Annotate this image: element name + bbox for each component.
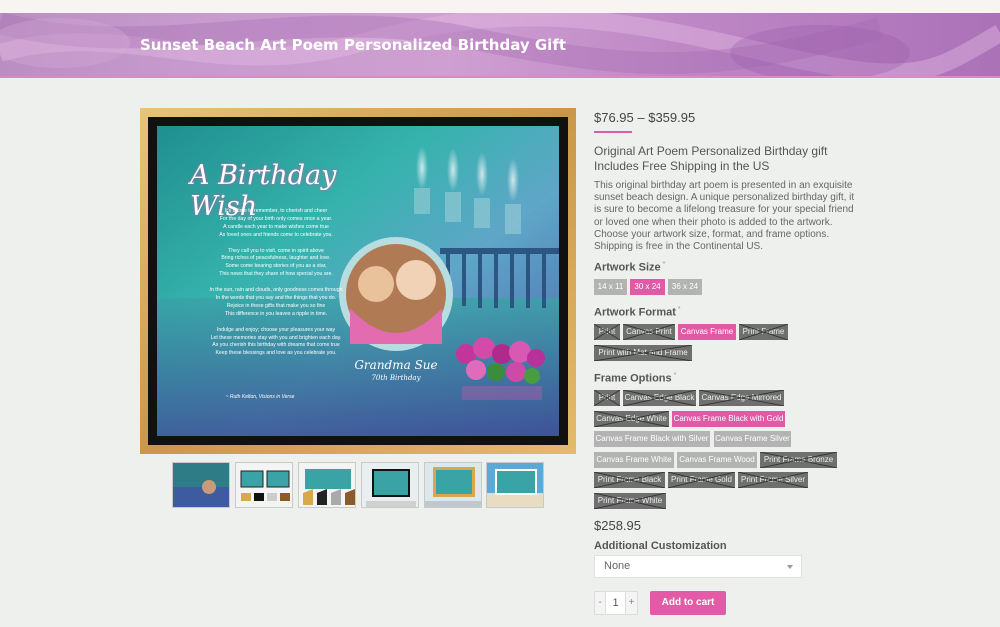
additional-customization-label: Additional Customization xyxy=(594,540,727,552)
frame-option-print-frame-silver[interactable]: Print Frame Silver xyxy=(738,472,808,488)
unavailable-cross-icon xyxy=(594,390,620,406)
poem-line: Rejoice in these gifts that make you so … xyxy=(226,302,326,309)
format-option-print-mat-frame[interactable]: Print with Mat and Frame xyxy=(594,345,692,361)
unavailable-cross-icon xyxy=(594,493,666,509)
poem-line: As you cherish this birthday with dreams… xyxy=(212,342,340,349)
price-divider xyxy=(594,131,632,133)
poem-line: Keep these blessings and love as you cel… xyxy=(215,350,337,357)
poem-line: Some come bearing stories of you as a st… xyxy=(225,263,327,270)
top-strip xyxy=(0,0,1000,13)
thumbnail-5[interactable] xyxy=(424,462,482,508)
unavailable-cross-icon xyxy=(668,472,735,488)
format-option-canvas-frame[interactable]: Canvas Frame xyxy=(678,324,736,340)
frame-option-canvas-frame-black-gold[interactable]: Canvas Frame Black with Gold xyxy=(672,411,785,427)
add-to-cart-button[interactable]: Add to cart xyxy=(650,591,726,615)
format-option-canvas-print[interactable]: Canvas Print xyxy=(623,324,675,340)
unavailable-cross-icon xyxy=(699,390,784,406)
unavailable-cross-icon xyxy=(623,390,696,406)
thumbnail-3[interactable] xyxy=(298,462,356,508)
size-option-36x24[interactable]: 36 x 24 xyxy=(668,279,702,295)
poem-line: They call you to visit, come in spirit a… xyxy=(228,247,324,254)
poem-line: A candle each year to make wishes come t… xyxy=(223,223,329,230)
unavailable-cross-icon xyxy=(760,452,837,468)
unavailable-cross-icon xyxy=(594,324,620,340)
poem-line: Bring riches of peacefulness, laughter a… xyxy=(221,255,331,262)
size-option-30x24[interactable]: 30 x 24 xyxy=(630,279,665,295)
poem-line xyxy=(176,279,376,287)
poem-line: In the sun, rain and clouds, only goodne… xyxy=(209,287,343,294)
customization-select[interactable]: None xyxy=(594,555,802,578)
frame-options-label: Frame Options * xyxy=(594,372,677,385)
unavailable-cross-icon xyxy=(594,472,665,488)
poem-line: It's a time to remember, to cherish and … xyxy=(224,208,328,214)
poem-line: Let these memories stay with you and bri… xyxy=(210,334,342,341)
frame-option-print-frame-bronze[interactable]: Print Frame Bronze xyxy=(760,452,837,468)
thumbnail-2[interactable] xyxy=(235,462,293,508)
artwork-signature: ~ Ruth Kelton, Visions in Verse xyxy=(225,394,295,400)
poem-line: As loved ones and friends come to celebr… xyxy=(219,231,333,238)
frame-option-print[interactable]: Print xyxy=(594,390,620,406)
poem-line: This news that they share of how special… xyxy=(219,271,333,278)
artwork-occasion: 70th Birthday xyxy=(371,374,421,382)
poem-line xyxy=(176,319,376,327)
unavailable-cross-icon xyxy=(738,472,808,488)
frame-option-print-frame-gold[interactable]: Print Frame Gold xyxy=(668,472,735,488)
price-range: $76.95 – $359.95 xyxy=(594,110,696,125)
variation-price: $258.95 xyxy=(594,518,641,533)
frame-option-canvas-edge-mirrored[interactable]: Canvas Edge Mirrored xyxy=(699,390,784,406)
page-title: Sunset Beach Art Poem Personalized Birth… xyxy=(140,36,567,54)
poem-line: For the day of your birth only comes onc… xyxy=(219,215,333,222)
unavailable-cross-icon xyxy=(594,411,669,427)
chevron-down-icon xyxy=(787,565,793,569)
unavailable-cross-icon xyxy=(623,324,675,340)
unavailable-cross-icon xyxy=(594,345,692,361)
frame-option-print-frame-black[interactable]: Print Frame Black xyxy=(594,472,665,488)
thumbnail-6[interactable] xyxy=(486,462,544,508)
frame-option-canvas-edge-black[interactable]: Canvas Edge Black xyxy=(623,390,696,406)
artwork-format-label: Artwork Format * xyxy=(594,306,681,319)
quantity-increment-button[interactable]: + xyxy=(625,591,638,615)
format-option-print-frame[interactable]: Print Frame xyxy=(739,324,788,340)
quantity-input[interactable]: 1 xyxy=(605,591,626,615)
page-banner: Sunset Beach Art Poem Personalized Birth… xyxy=(0,13,1000,78)
frame-option-canvas-frame-silver[interactable]: Canvas Frame Silver xyxy=(714,431,791,447)
customization-selected-value: None xyxy=(604,560,631,572)
poem-line: Indulge and enjoy; choose your pleasures… xyxy=(216,326,336,333)
poem-line: In the words that you say and the things… xyxy=(215,294,337,301)
format-option-print[interactable]: Print xyxy=(594,324,620,340)
artwork-recipient-name: Grandma Sue xyxy=(354,358,438,372)
frame-option-canvas-frame-white[interactable]: Canvas Frame White xyxy=(594,452,674,468)
poem-line: This difference in you leaves a ripple i… xyxy=(224,310,328,317)
thumbnail-strip xyxy=(172,462,544,510)
poem-line xyxy=(176,240,376,248)
thumbnail-1[interactable] xyxy=(172,462,230,508)
frame-option-canvas-frame-black-silver[interactable]: Canvas Frame Black with Silver xyxy=(594,431,710,447)
product-subtitle: Original Art Poem Personalized Birthday … xyxy=(594,144,828,173)
product-main-image[interactable]: A Birthday Wish It's a time to remember,… xyxy=(140,108,576,454)
unavailable-cross-icon xyxy=(739,324,788,340)
artwork-size-label: Artwork Size * xyxy=(594,261,666,274)
frame-option-canvas-frame-wood[interactable]: Canvas Frame Wood xyxy=(677,452,757,468)
product-description: This original birthday art poem is prese… xyxy=(594,180,855,253)
artwork-poem: It's a time to remember, to cherish and … xyxy=(176,208,376,358)
frame-option-canvas-edge-white[interactable]: Canvas Edge White xyxy=(594,411,669,427)
frame-option-print-frame-white[interactable]: Print Frame White xyxy=(594,493,666,509)
thumbnail-4[interactable] xyxy=(361,462,419,508)
size-option-14x11[interactable]: 14 x 11 xyxy=(594,279,627,295)
